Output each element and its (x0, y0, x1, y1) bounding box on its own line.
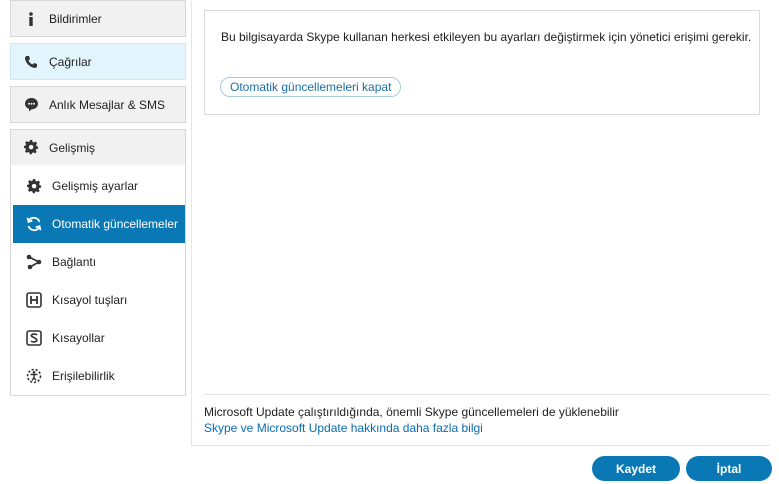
shortcut-s-icon (25, 329, 43, 347)
chat-icon (23, 97, 39, 113)
sidebar-item-label: Kısayol tuşları (52, 293, 128, 307)
sidebar-item-label: Otomatik güncellemeler (52, 217, 179, 231)
sidebar-item-label: Erişilebilirlik (52, 369, 115, 383)
admin-notice: Bu bilgisayarda Skype kullanan herkesi e… (221, 30, 752, 44)
gear-icon (23, 140, 39, 156)
sidebar-item-shortcuts[interactable]: Kısayollar (13, 319, 185, 357)
connection-icon (25, 253, 43, 271)
sidebar-item-automatic-updates[interactable]: Otomatik güncellemeler (13, 205, 185, 243)
refresh-icon (25, 215, 43, 233)
accessibility-icon (25, 367, 43, 385)
hotkey-h-icon (25, 291, 43, 309)
disable-auto-updates-button[interactable]: Otomatik güncellemeleri kapat (220, 77, 402, 97)
content-divider (191, 0, 192, 446)
sidebar-item-label: Kısayollar (52, 331, 105, 345)
footer-info-text: Microsoft Update çalıştırıldığında, önem… (204, 405, 619, 419)
buttons-divider (191, 445, 770, 446)
sidebar-category-label: Gelişmiş (49, 140, 96, 155)
sidebar-category-notifications[interactable]: Bildirimler (10, 0, 186, 37)
sidebar-category-calls[interactable]: Çağrılar (10, 43, 186, 80)
info-icon (23, 11, 39, 27)
phone-icon (23, 54, 39, 70)
sidebar-category-label: Anlık Mesajlar & SMS (49, 97, 166, 112)
sidebar-category-instant-messages[interactable]: Anlık Mesajlar & SMS (10, 86, 186, 123)
sidebar-item-connection[interactable]: Bağlantı (13, 243, 185, 281)
cancel-button[interactable]: İptal (686, 456, 772, 481)
sidebar-item-advanced-settings[interactable]: Gelişmiş ayarlar (13, 167, 185, 205)
sidebar-category-label: Çağrılar (49, 54, 92, 69)
auto-update-panel: Bu bilgisayarda Skype kullanan herkesi e… (204, 10, 760, 115)
sidebar-category-label: Bildirimler (49, 11, 102, 26)
sidebar-item-label: Bağlantı (52, 255, 97, 269)
sidebar-item-accessibility[interactable]: Erişilebilirlik (13, 357, 185, 395)
sidebar-item-hotkeys[interactable]: Kısayol tuşları (13, 281, 185, 319)
microsoft-update-info-link[interactable]: Skype ve Microsoft Update hakkında daha … (204, 421, 483, 435)
sidebar-item-label: Gelişmiş ayarlar (52, 179, 139, 193)
gear-icon (25, 177, 43, 195)
sidebar-category-advanced[interactable]: Gelişmiş (10, 129, 186, 166)
footer-divider (204, 394, 770, 395)
advanced-subitems: Gelişmiş ayarlar Otomatik güncellemeler … (10, 165, 186, 396)
save-button[interactable]: Kaydet (592, 456, 680, 481)
